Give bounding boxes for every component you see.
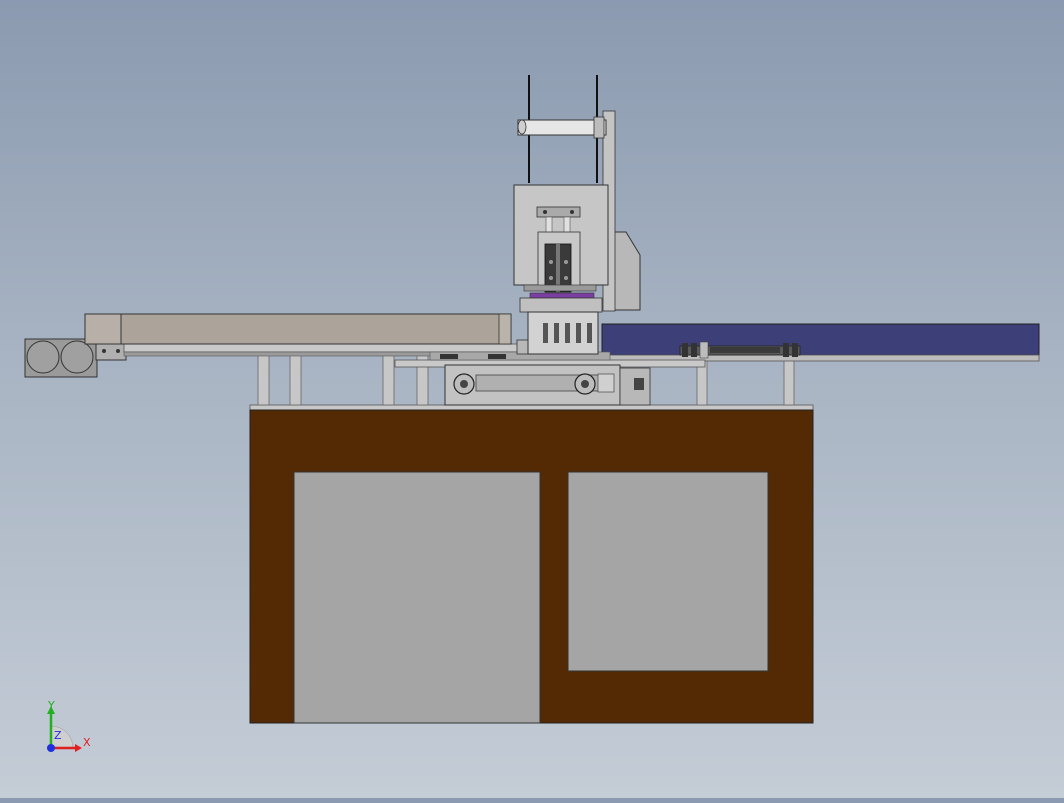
machine-cabinet[interactable] <box>249 404 814 724</box>
x-axis-label: X <box>83 736 91 749</box>
z-axis-label: Z <box>54 729 62 742</box>
cutting-head-assembly[interactable] <box>513 110 641 355</box>
left-feed-hopper[interactable] <box>84 313 512 345</box>
right-conveyor-belt[interactable] <box>601 323 1040 362</box>
drive-mechanism[interactable] <box>394 351 706 406</box>
cabinet-door-right <box>567 471 769 672</box>
model-canvas[interactable]: Y X Z <box>0 0 1064 798</box>
z-axis-dot <box>47 744 55 752</box>
cabinet-door-left <box>293 471 541 724</box>
y-axis-label: Y <box>47 699 55 712</box>
left-motor-housing[interactable] <box>24 338 127 378</box>
axis-triad: Y X Z <box>47 699 91 752</box>
cad-viewport[interactable]: Y X Z <box>0 0 1064 798</box>
material-spool[interactable] <box>517 75 607 183</box>
